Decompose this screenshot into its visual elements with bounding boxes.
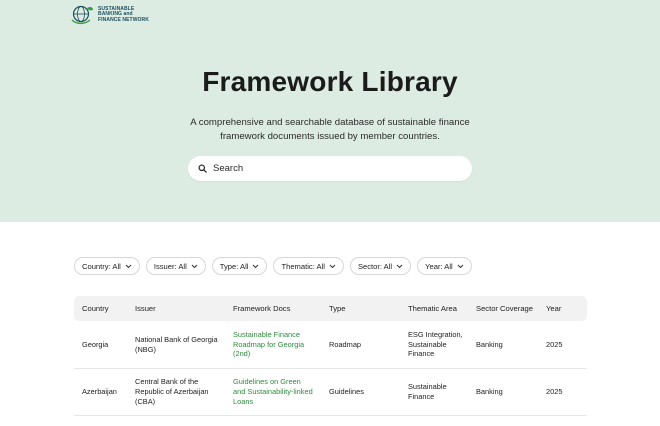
- filter-year[interactable]: Year: All: [417, 257, 472, 275]
- table-row[interactable]: Azerbaijan Central Bank of the Republic …: [74, 369, 587, 416]
- cell-sector-coverage: Banking: [476, 339, 503, 349]
- column-header-framework-docs[interactable]: Framework Docs: [224, 304, 320, 313]
- column-header-type[interactable]: Type: [320, 304, 399, 313]
- cell-thematic-area: Sustainable Finance: [408, 382, 447, 401]
- table-row[interactable]: Georgia National Bank of Georgia (NBG) S…: [74, 321, 587, 369]
- logo-text: SUSTAINABLE BANKING and FINANCE NETWORK: [98, 6, 149, 24]
- cell-year: 2025: [546, 339, 563, 349]
- filter-year-label: Year: All: [425, 261, 453, 271]
- cell-thematic-area: ESG Integration, Sustainable Finance: [408, 329, 463, 359]
- chevron-down-icon: [125, 264, 132, 268]
- hero-banner: SUSTAINABLE BANKING and FINANCE NETWORK …: [0, 0, 660, 222]
- table-header: Country Issuer Framework Docs Type Thema…: [74, 296, 587, 321]
- framework-table: Country Issuer Framework Docs Type Thema…: [74, 296, 587, 416]
- filter-bar: Country: All Issuer: All Type: All Thema…: [74, 257, 472, 275]
- filter-thematic-label: Thematic: All: [281, 261, 325, 271]
- globe-leaf-icon: [71, 5, 93, 25]
- sbfn-logo[interactable]: SUSTAINABLE BANKING and FINANCE NETWORK: [70, 4, 149, 26]
- column-header-issuer[interactable]: Issuer: [128, 304, 224, 313]
- filter-sector[interactable]: Sector: All: [349, 257, 412, 275]
- column-header-year[interactable]: Year: [537, 304, 587, 313]
- cell-type: Guidelines: [329, 387, 364, 397]
- filter-sector-label: Sector: All: [357, 261, 393, 271]
- logo-line-3: FINANCE NETWORK: [98, 16, 149, 23]
- filter-country-label: Country: All: [82, 261, 121, 271]
- filter-type-label: Type: All: [219, 261, 249, 271]
- filter-type[interactable]: Type: All: [211, 257, 268, 275]
- framework-doc-link[interactable]: Sustainable Finance Roadmap for Georgia …: [224, 330, 320, 359]
- cell-type: Roadmap: [329, 339, 362, 349]
- column-header-sector-coverage[interactable]: Sector Coverage: [467, 304, 537, 313]
- search-input[interactable]: [213, 163, 453, 174]
- column-header-thematic-area[interactable]: Thematic Area: [399, 304, 467, 313]
- page-title: Framework Library: [202, 66, 458, 97]
- cell-sector-coverage: Banking: [476, 387, 503, 397]
- cell-issuer: National Bank of Georgia (NBG): [135, 334, 218, 354]
- chevron-down-icon: [253, 264, 259, 268]
- cell-country: Azerbaijan: [82, 387, 117, 397]
- cell-issuer: Central Bank of the Republic of Azerbaij…: [135, 377, 209, 406]
- cell-year: 2025: [546, 387, 563, 397]
- chevron-down-icon: [329, 264, 336, 268]
- filter-issuer[interactable]: Issuer: All: [145, 257, 206, 275]
- chevron-down-icon: [191, 264, 198, 268]
- chevron-down-icon: [457, 264, 464, 268]
- search-icon: [198, 164, 207, 173]
- filter-issuer-label: Issuer: All: [153, 261, 187, 271]
- chevron-down-icon: [396, 264, 403, 268]
- filter-country[interactable]: Country: All: [74, 257, 140, 275]
- cell-country: Georgia: [82, 339, 109, 349]
- search-bar[interactable]: [188, 156, 472, 181]
- column-header-country[interactable]: Country: [74, 304, 128, 313]
- filter-thematic[interactable]: Thematic: All: [273, 257, 344, 275]
- framework-doc-link[interactable]: Guidelines on Green and Sustainability-l…: [224, 377, 320, 406]
- page-subtitle: A comprehensive and searchable database …: [190, 117, 470, 142]
